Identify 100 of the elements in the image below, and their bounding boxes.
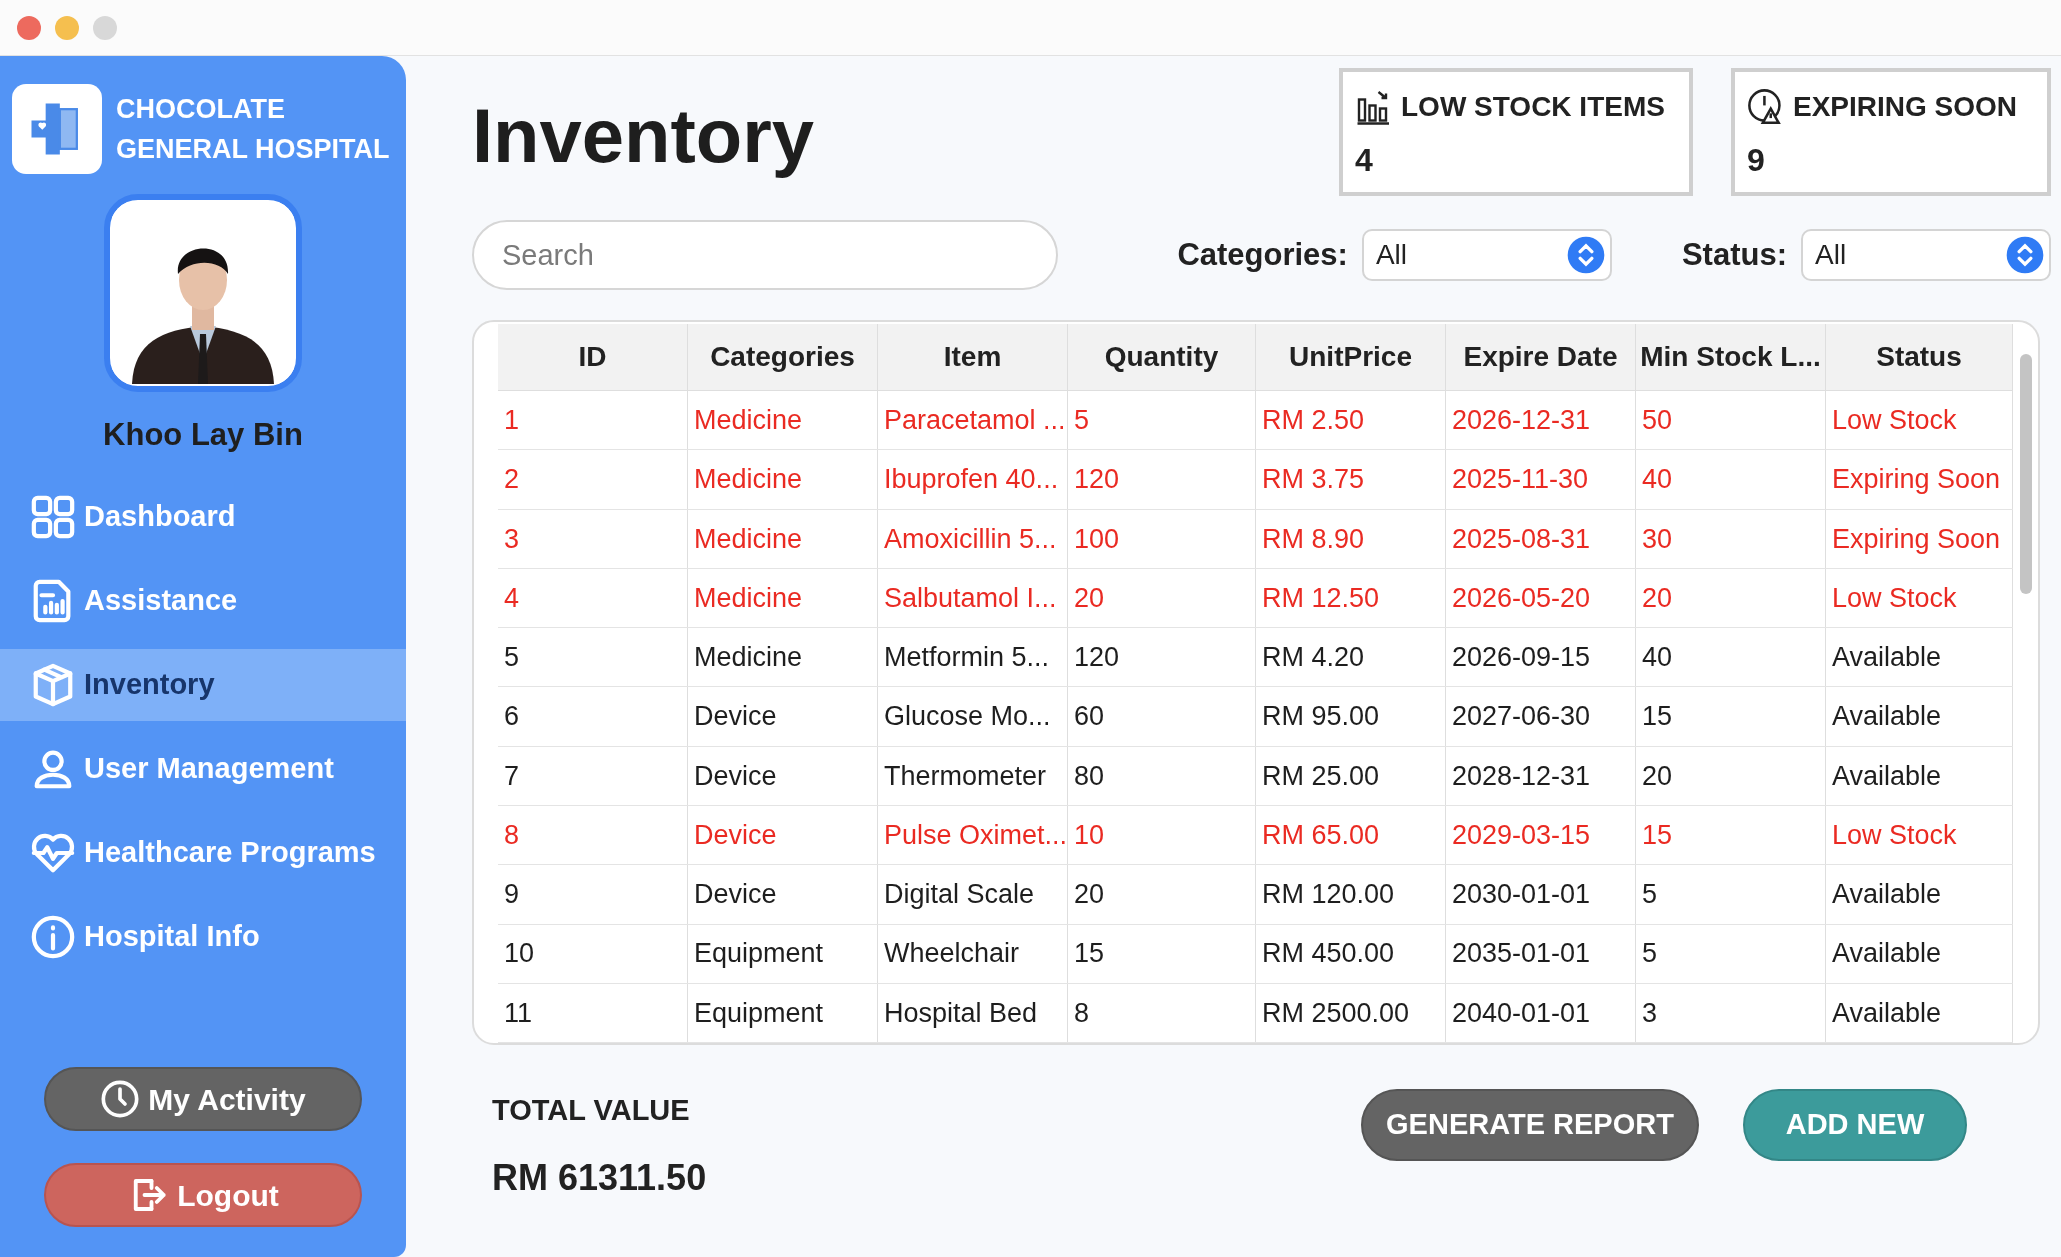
- table-cell: 2025-11-30: [1446, 450, 1636, 509]
- table-cell: 5: [1636, 924, 1826, 983]
- table-row[interactable]: 5 Medicine Metformin 5... 120 RM 4.20 2026-09-15 40 Available: [498, 628, 2013, 688]
- table-cell: RM 65.00: [1256, 806, 1446, 865]
- clock-icon: [100, 1079, 141, 1119]
- table-cell: Available: [1826, 687, 2013, 746]
- table-cell: 40: [1636, 450, 1826, 509]
- table-cell: RM 4.20: [1256, 628, 1446, 687]
- table-cell: 2027-06-30: [1446, 687, 1636, 746]
- table-cell: 120: [1068, 628, 1256, 687]
- column-header[interactable]: UnitPrice: [1256, 324, 1446, 391]
- table-cell: 10: [498, 924, 688, 983]
- table-cell: 2026-12-31: [1446, 391, 1636, 450]
- table-cell: 20: [1636, 568, 1826, 628]
- stat-label: LOW STOCK ITEMS: [1401, 90, 1665, 124]
- table-cell: Paracetamol ...: [878, 391, 1068, 450]
- table-cell: Glucose Mo...: [878, 687, 1068, 746]
- table-cell: Available: [1826, 865, 2013, 924]
- table-cell: Medicine: [688, 509, 878, 568]
- table-cell: 2028-12-31: [1446, 746, 1636, 805]
- table-cell: 2029-03-15: [1446, 806, 1636, 865]
- table-cell: 2035-01-01: [1446, 924, 1636, 983]
- table-row[interactable]: 8 Device Pulse Oximet... 10 RM 65.00 2029-03-15 15 Low Stock: [498, 806, 2013, 866]
- table-cell: 3: [498, 509, 688, 568]
- table-cell: 5: [1068, 391, 1256, 450]
- column-header[interactable]: ID: [498, 324, 688, 391]
- table-cell: RM 450.00: [1256, 924, 1446, 983]
- table-cell: 2026-05-20: [1446, 568, 1636, 628]
- table-row[interactable]: 6 Device Glucose Mo... 60 RM 95.00 2027-06-30 15 Available: [498, 687, 2013, 747]
- table-row[interactable]: 7 Device Thermometer 80 RM 25.00 2028-12-31 20 Available: [498, 746, 2013, 806]
- table-row[interactable]: 1 Medicine Paracetamol ... 5 RM 2.50 2026-12-31 50 Low Stock: [498, 391, 2013, 451]
- minimize-window-button[interactable]: [55, 15, 79, 40]
- info-icon: [30, 913, 76, 960]
- filter-dropdown[interactable]: All: [1361, 229, 1612, 281]
- table-cell: 50: [1636, 391, 1826, 450]
- table-cell: 6: [498, 687, 688, 746]
- table-row[interactable]: 11 Equipment Hospital Bed 8 RM 2500.00 2040-01-01 3 Available: [498, 983, 2013, 1043]
- stat-label: EXPIRING SOON: [1793, 90, 2018, 124]
- table-row[interactable]: 4 Medicine Salbutamol I... 20 RM 12.50 2026-05-20 20 Low Stock: [498, 568, 2013, 629]
- table-cell: 2040-01-01: [1446, 983, 1636, 1043]
- table-cell: Device: [688, 687, 878, 746]
- filter-label: Categories:: [1177, 235, 1348, 274]
- column-header[interactable]: Item: [878, 324, 1068, 391]
- table-cell: 3: [1636, 983, 1826, 1043]
- table-row[interactable]: 3 Medicine Amoxicillin 5... 100 RM 8.90 2025-08-31 30 Expiring Soon: [498, 509, 2013, 569]
- table-cell: Equipment: [688, 983, 878, 1043]
- table-cell: Salbutamol I...: [878, 568, 1068, 628]
- logout-button[interactable]: Logout: [44, 1163, 362, 1227]
- table-cell: 5: [498, 628, 688, 687]
- table-cell: Medicine: [688, 450, 878, 509]
- table-cell: Expiring Soon: [1826, 509, 2013, 568]
- table-cell: RM 12.50: [1256, 568, 1446, 628]
- sidebar-item[interactable]: Inventory: [0, 648, 406, 721]
- filter-dropdown[interactable]: All: [1801, 229, 2051, 281]
- column-header[interactable]: Min Stock L...: [1636, 324, 1826, 391]
- table-cell: RM 120.00: [1256, 865, 1446, 924]
- stepper-icon: [1565, 235, 1606, 275]
- table-cell: 20: [1068, 568, 1256, 628]
- table-cell: RM 3.75: [1256, 450, 1446, 509]
- table-cell: 8: [498, 806, 688, 865]
- activity-button[interactable]: My Activity: [44, 1067, 362, 1131]
- table-cell: Ibuprofen 40...: [878, 450, 1068, 509]
- search-field[interactable]: Search: [472, 220, 1058, 290]
- table-cell: RM 25.00: [1256, 746, 1446, 805]
- column-header[interactable]: Status: [1826, 324, 2013, 391]
- table-cell: 30: [1636, 509, 1826, 568]
- table-cell: 60: [1068, 687, 1256, 746]
- table-cell: 9: [498, 865, 688, 924]
- table-cell: 100: [1068, 509, 1256, 568]
- table-cell: 15: [1636, 806, 1826, 865]
- column-header[interactable]: Categories: [688, 324, 878, 391]
- table-cell: 2030-01-01: [1446, 865, 1636, 924]
- scrollbar[interactable]: [2019, 354, 2032, 594]
- table-cell: 40: [1636, 628, 1826, 687]
- hospital-name: CHOCOLATE: [116, 93, 286, 126]
- table-cell: Equipment: [688, 924, 878, 983]
- table-cell: Pulse Oximet...: [878, 806, 1068, 865]
- maximize-window-button[interactable]: [93, 15, 117, 40]
- table-cell: Device: [688, 746, 878, 805]
- generate-report-button[interactable]: GENERATE REPORT: [1361, 1089, 1699, 1161]
- table-cell: Available: [1826, 746, 2013, 805]
- table-cell: Wheelchair: [878, 924, 1068, 983]
- table-cell: 10: [1068, 806, 1256, 865]
- table-cell: Available: [1826, 983, 2013, 1043]
- table-cell: 20: [1068, 865, 1256, 924]
- filter-label: Status:: [1681, 235, 1787, 274]
- table-cell: 1: [498, 391, 688, 450]
- table-cell: 120: [1068, 450, 1256, 509]
- table-cell: Expiring Soon: [1826, 450, 2013, 509]
- table-cell: Low Stock: [1826, 568, 2013, 628]
- table-cell: Medicine: [688, 391, 878, 450]
- table-row[interactable]: 9 Device Digital Scale 20 RM 120.00 2030-01-01 5 Available: [498, 865, 2013, 925]
- table-row[interactable]: 10 Equipment Wheelchair 15 RM 450.00 2035-01-01 5 Available: [498, 924, 2013, 984]
- table-cell: Available: [1826, 628, 2013, 687]
- table-row[interactable]: 2 Medicine Ibuprofen 40... 120 RM 3.75 2025-11-30 40 Expiring Soon: [498, 450, 2013, 510]
- column-header[interactable]: Quantity: [1068, 324, 1256, 391]
- table-cell: 15: [1636, 687, 1826, 746]
- close-window-button[interactable]: [17, 15, 41, 40]
- column-header[interactable]: Expire Date: [1446, 324, 1636, 391]
- table-cell: Device: [688, 865, 878, 924]
